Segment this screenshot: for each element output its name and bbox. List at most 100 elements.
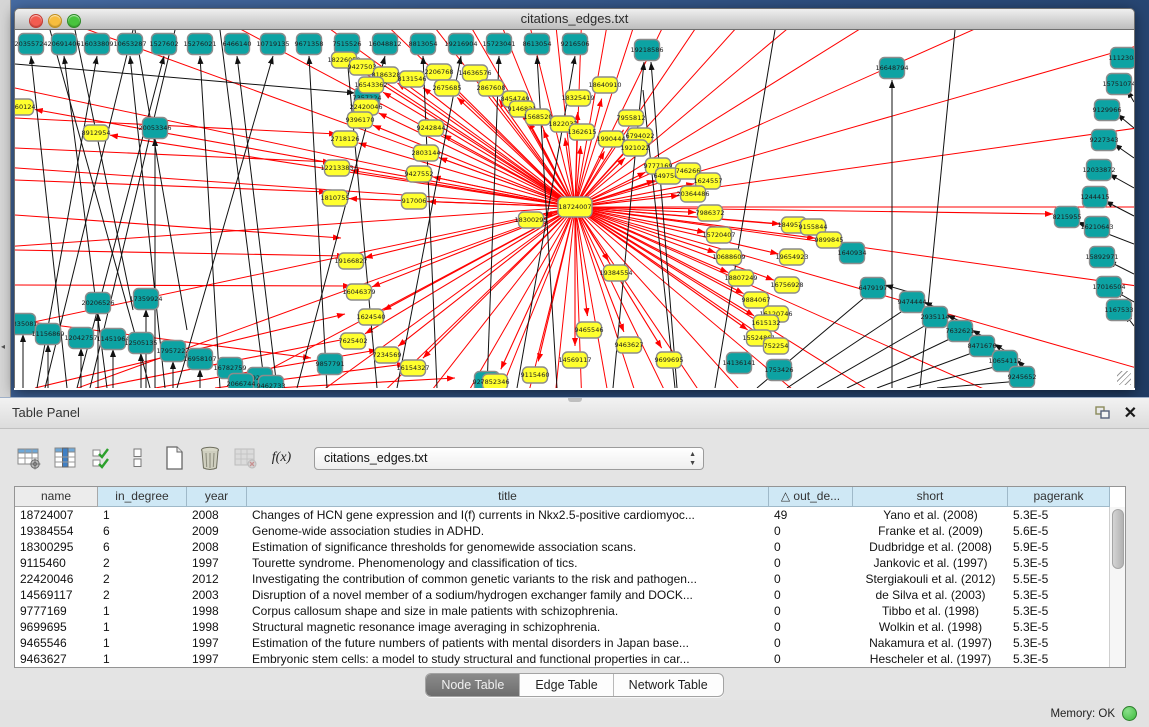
table-cell-year[interactable]: 1997 xyxy=(187,555,247,571)
graph-edge-selected[interactable] xyxy=(15,30,575,207)
graph-edge[interactable] xyxy=(487,56,499,388)
table-cell-pagerank[interactable]: 5.3E-5 xyxy=(1008,555,1110,571)
table-cell-title[interactable]: Investigating the contribution of common… xyxy=(247,571,769,587)
tab-edge-table[interactable]: Edge Table xyxy=(520,674,613,696)
table-cell-title[interactable]: Disruption of a novel member of a sodium… xyxy=(247,587,769,603)
table-cell-short[interactable]: Hescheler et al. (1997) xyxy=(853,651,1008,667)
tab-network-table[interactable]: Network Table xyxy=(614,674,723,696)
table-cell-out-de-[interactable]: 0 xyxy=(769,539,853,555)
graph-edge-selected[interactable] xyxy=(15,30,575,207)
table-cell-out-de-[interactable]: 0 xyxy=(769,651,853,667)
table-cell-in-degree[interactable]: 6 xyxy=(98,539,187,555)
table-cell-short[interactable]: Tibbo et al. (1998) xyxy=(853,603,1008,619)
table-cell-name[interactable]: 22420046 xyxy=(15,571,98,587)
table-cell-title[interactable]: Genome-wide association studies in ADHD. xyxy=(247,523,769,539)
graph-edge-selected[interactable] xyxy=(15,30,575,207)
panel-resize-handle[interactable] xyxy=(568,398,582,402)
column-header-out-de-[interactable]: △ out_de... xyxy=(769,487,853,507)
table-cell-title[interactable]: Changes of HCN gene expression and I(f) … xyxy=(247,507,769,523)
table-cell-short[interactable]: Wolkin et al. (1998) xyxy=(853,619,1008,635)
table-cell-out-de-[interactable]: 0 xyxy=(769,603,853,619)
graph-edge-selected[interactable] xyxy=(15,30,575,207)
table-cell-year[interactable]: 1997 xyxy=(187,635,247,651)
table-row[interactable]: 1938455462009Genome-wide association stu… xyxy=(15,523,1125,539)
table-cell-in-degree[interactable]: 2 xyxy=(98,587,187,603)
graph-edge[interactable] xyxy=(1105,201,1134,216)
table-cell-in-degree[interactable]: 1 xyxy=(98,507,187,523)
table-cell-name[interactable]: 9465546 xyxy=(15,635,98,651)
table-cell-out-de-[interactable]: 0 xyxy=(769,619,853,635)
delete-attribute-trash-icon[interactable] xyxy=(196,444,223,472)
table-cell-title[interactable]: Tourette syndrome. Phenomenology and cla… xyxy=(247,555,769,571)
table-cell-year[interactable]: 2012 xyxy=(187,571,247,587)
table-cell-pagerank[interactable]: 5.3E-5 xyxy=(1008,635,1110,651)
table-cell-title[interactable]: Corpus callosum shape and size in male p… xyxy=(247,603,769,619)
table-cell-name[interactable]: 18300295 xyxy=(15,539,98,555)
table-cell-name[interactable]: 19384554 xyxy=(15,523,98,539)
table-cell-in-degree[interactable]: 1 xyxy=(98,619,187,635)
table-cell-short[interactable]: Nakamura et al. (1997) xyxy=(853,635,1008,651)
table-row[interactable]: 977716911998Corpus callosum shape and si… xyxy=(15,603,1125,619)
graph-edge-selected[interactable] xyxy=(15,118,337,134)
table-cell-short[interactable]: Jankovic et al. (1997) xyxy=(853,555,1008,571)
graph-edge-selected[interactable] xyxy=(275,378,455,388)
network-table-selector[interactable]: citations_edges.txt ▲▼ xyxy=(314,447,704,470)
zoom-traffic-light[interactable] xyxy=(67,14,81,28)
table-cell-in-degree[interactable]: 2 xyxy=(98,571,187,587)
new-table-icon[interactable] xyxy=(160,444,187,472)
column-header-name[interactable]: name xyxy=(15,487,98,507)
table-cell-short[interactable]: Yano et al. (2008) xyxy=(853,507,1008,523)
table-cell-out-de-[interactable]: 0 xyxy=(769,523,853,539)
graph-edge[interactable] xyxy=(817,321,933,388)
table-cell-pagerank[interactable]: 5.9E-5 xyxy=(1008,539,1110,555)
table-cell-title[interactable]: Estimation of the future numbers of pati… xyxy=(247,635,769,651)
table-cell-title[interactable]: Structural magnetic resonance image aver… xyxy=(247,619,769,635)
table-cell-name[interactable]: 9115460 xyxy=(15,555,98,571)
table-cell-out-de-[interactable]: 49 xyxy=(769,507,853,523)
graph-edge-selected[interactable] xyxy=(15,250,345,256)
table-cell-pagerank[interactable]: 5.3E-5 xyxy=(1008,587,1110,603)
close-traffic-light[interactable] xyxy=(29,14,43,28)
table-row[interactable]: 2242004622012Investigating the contribut… xyxy=(15,571,1125,587)
table-cell-short[interactable]: Stergiakouli et al. (2012) xyxy=(853,571,1008,587)
network-canvas[interactable]: 2035572420691406160338091065328715276021… xyxy=(14,30,1135,388)
table-cell-pagerank[interactable]: 5.6E-5 xyxy=(1008,523,1110,539)
table-settings-icon[interactable] xyxy=(16,444,43,472)
table-cell-short[interactable]: Dudbridge et al. (2008) xyxy=(853,539,1008,555)
table-cell-pagerank[interactable]: 5.3E-5 xyxy=(1008,507,1110,523)
table-cell-out-de-[interactable]: 0 xyxy=(769,587,853,603)
tab-node-table[interactable]: Node Table xyxy=(426,674,520,696)
graph-edge-selected[interactable] xyxy=(575,99,602,207)
table-scrollbar[interactable] xyxy=(1109,507,1125,667)
table-cell-in-degree[interactable]: 1 xyxy=(98,603,187,619)
graph-edge[interactable] xyxy=(1109,174,1134,188)
table-row[interactable]: 946362711997Embryonic stem cells: a mode… xyxy=(15,651,1125,667)
table-row[interactable]: 946554611997Estimation of the future num… xyxy=(15,635,1125,651)
table-cell-name[interactable]: 9777169 xyxy=(15,603,98,619)
table-cell-pagerank[interactable]: 5.3E-5 xyxy=(1008,603,1110,619)
table-cell-in-degree[interactable]: 1 xyxy=(98,635,187,651)
graph-edge-selected[interactable] xyxy=(15,148,331,162)
column-header-year[interactable]: year xyxy=(187,487,247,507)
table-cell-year[interactable]: 2008 xyxy=(187,539,247,555)
table-cell-year[interactable]: 1998 xyxy=(187,603,247,619)
table-cell-short[interactable]: de Silva et al. (2003) xyxy=(853,587,1008,603)
memory-ok-indicator-icon[interactable] xyxy=(1122,706,1137,721)
column-header-title[interactable]: title xyxy=(247,487,769,507)
graph-edge-selected[interactable] xyxy=(365,207,575,334)
close-panel-icon[interactable]: ✕ xyxy=(1124,403,1137,423)
table-cell-out-de-[interactable]: 0 xyxy=(769,635,853,651)
minimize-traffic-light[interactable] xyxy=(48,14,62,28)
graph-edge-selected[interactable] xyxy=(575,207,778,254)
table-cell-out-de-[interactable]: 0 xyxy=(769,571,853,587)
edit-attributes-icon[interactable] xyxy=(88,444,115,472)
graph-edge-selected[interactable] xyxy=(15,30,575,207)
table-cell-title[interactable]: Estimation of significance thresholds fo… xyxy=(247,539,769,555)
column-header-in-degree[interactable]: in_degree xyxy=(98,487,187,507)
table-row[interactable]: 969969511998Structural magnetic resonanc… xyxy=(15,619,1125,635)
table-cell-in-degree[interactable]: 1 xyxy=(98,651,187,667)
table-row[interactable]: 911546021997Tourette syndrome. Phenomeno… xyxy=(15,555,1125,571)
table-cell-pagerank[interactable]: 5.5E-5 xyxy=(1008,571,1110,587)
table-cell-year[interactable]: 1998 xyxy=(187,619,247,635)
table-cell-pagerank[interactable]: 5.3E-5 xyxy=(1008,619,1110,635)
